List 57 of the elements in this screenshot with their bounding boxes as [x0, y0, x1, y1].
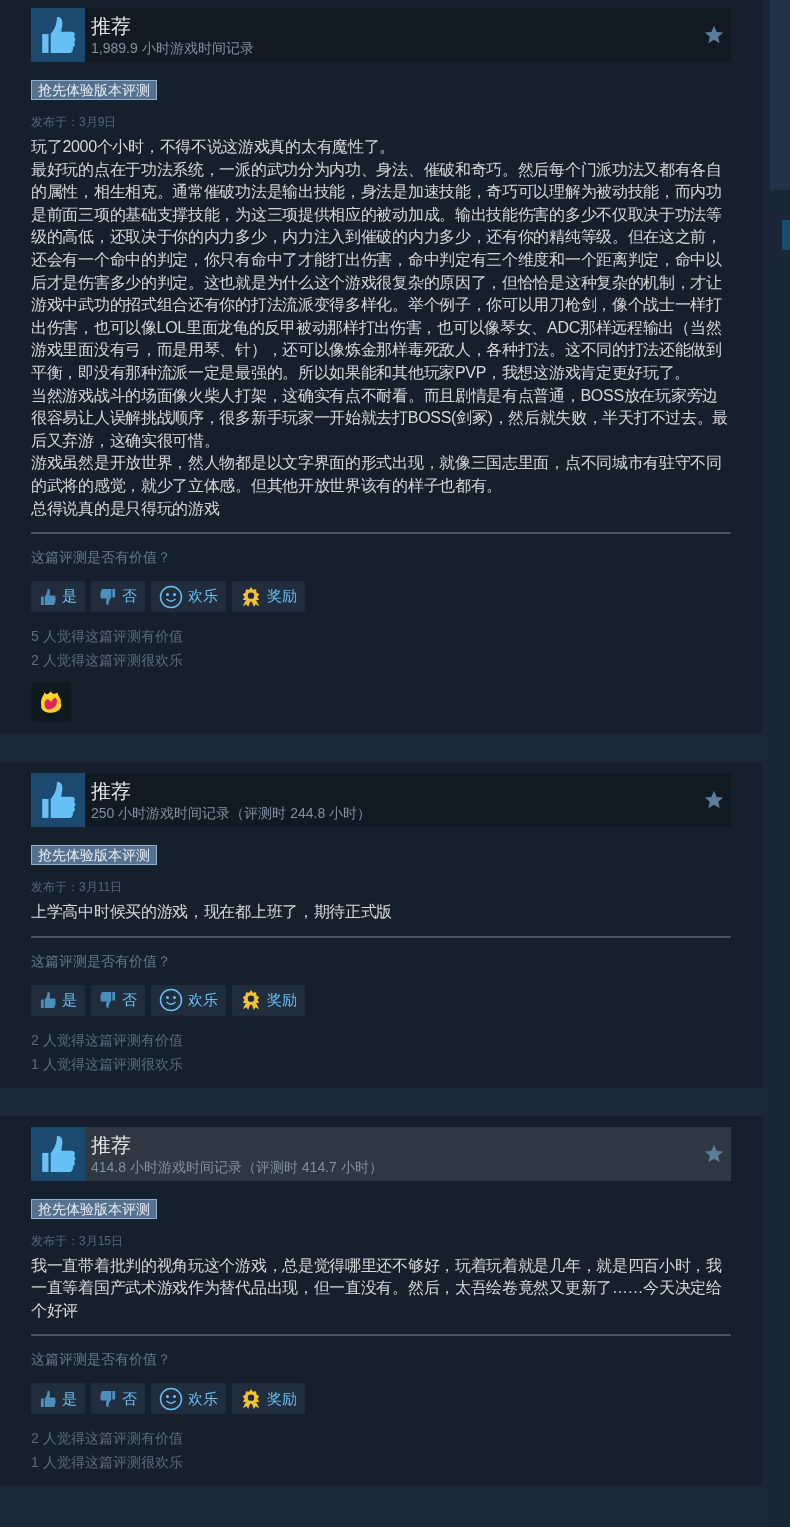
vote-count: 1 人觉得这篇评测很欢乐	[31, 1054, 184, 1074]
vote-button[interactable]: 否	[91, 1383, 145, 1415]
vote-button[interactable]: 欢乐	[151, 1383, 226, 1415]
vote-button[interactable]: 是	[31, 1383, 85, 1415]
post-date: 发布于：3月11日	[31, 879, 124, 896]
review-verdict: 推荐	[91, 14, 132, 39]
helpful-question: 这篇评测是否有价值？	[31, 548, 172, 568]
thumbs-down-icon	[99, 991, 117, 1010]
thumbs-up-icon	[39, 587, 57, 606]
review-tag: 抢先体验版本评测	[31, 845, 157, 866]
vote-button[interactable]: 否	[91, 581, 145, 613]
review-paragraph: 我一直带着批判的视角玩这个游戏，总是觉得哪里还不够好，玩着玩着就是几年，就是四百小时，我一直等着国产武术游戏作为替代品出现，但一直没有。然后，太吾绘卷竟然又更新了……今天决定给个好评	[31, 1255, 723, 1321]
thumbs-down-icon	[99, 587, 117, 606]
vote-button[interactable]: 否	[91, 984, 145, 1016]
post-date: 发布于：3月15日	[31, 1232, 125, 1249]
thumbs-up-icon	[31, 773, 85, 828]
thumbs-up-icon	[39, 1389, 57, 1408]
vote-count: 5 人觉得这篇评测有价值	[31, 627, 184, 647]
thumbs-up-icon	[39, 991, 57, 1010]
smiley-icon	[159, 988, 183, 1013]
medal-icon	[240, 1387, 262, 1410]
vote-button[interactable]: 欢乐	[151, 984, 226, 1016]
vote-button[interactable]: 奖励	[232, 984, 305, 1016]
medal-icon	[240, 585, 262, 608]
review-paragraph: 总得说真的是只得玩的游戏	[31, 498, 221, 519]
playtime: 250 小时游戏时间记录（评测时 244.8 小时）	[91, 804, 373, 823]
smiley-icon	[159, 1386, 183, 1411]
review-paragraph: 当然游戏战斗的场面像火柴人打架，这确实有点不耐看。而且剧情是有点普通，BOSS放在玩家旁边很容易让人误解挑战顺序，很多新手玩家一开始就去打BOSS(剑冢)，然后就失败，半天打不过去。最后又弃游，这确实很可惜。	[31, 385, 730, 451]
review-tag: 抢先体验版本评测	[31, 80, 157, 100]
helpful-question: 这篇评测是否有价值？	[31, 1350, 172, 1370]
vote-button[interactable]: 奖励	[232, 1383, 305, 1415]
thumbs-up-icon	[31, 1126, 85, 1181]
playtime: 414.8 小时游戏时间记录（评测时 414.7 小时）	[91, 1157, 384, 1176]
review-verdict: 推荐	[91, 1132, 132, 1158]
medal-icon	[240, 989, 262, 1012]
vote-button[interactable]: 是	[31, 581, 85, 613]
review-paragraph: 玩了2000个小时，不得不说这游戏真的太有魔性了。	[31, 137, 397, 157]
vote-button[interactable]: 奖励	[232, 581, 305, 613]
review-paragraph: 上学高中时候买的游戏，现在都上班了，期待正式版	[31, 902, 394, 923]
smiley-icon	[159, 584, 183, 609]
thumbs-up-icon	[31, 8, 85, 62]
vote-button[interactable]: 欢乐	[151, 581, 226, 613]
vote-count: 2 人觉得这篇评测有价值	[31, 1429, 184, 1449]
vote-count: 1 人觉得这篇评测很欢乐	[31, 1453, 184, 1473]
vote-count: 2 人觉得这篇评测有价值	[31, 1030, 184, 1050]
vote-count: 2 人觉得这篇评测很欢乐	[31, 651, 184, 671]
thumbs-down-icon	[99, 1389, 117, 1408]
star-icon[interactable]	[703, 24, 725, 46]
review-tag: 抢先体验版本评测	[31, 1198, 157, 1219]
review-verdict: 推荐	[91, 779, 132, 805]
playtime: 1,989.9 小时游戏时间记录	[91, 39, 255, 57]
vote-button[interactable]: 是	[31, 984, 85, 1016]
post-date: 发布于：3月9日	[31, 114, 118, 130]
helpful-question: 这篇评测是否有价值？	[31, 951, 172, 971]
review-paragraph: 游戏虽然是开放世界，然人物都是以文字界面的形式出现，就像三国志里面，点不同城市有驻守不同的武将的感觉，就少了立体感。但其他开放世界该有的样子也都有。	[31, 453, 723, 496]
review-paragraph: 最好玩的点在于功法系统，一派的武功分为内功、身法、催破和奇巧。然后每个门派功法又都有各自的属性，相生相克。通常催破功法是输出技能，身法是加速技能，奇巧可以理解为被动技能，而内功是前面三项的基础支撑技能，为这三项提供相应的被动加成。输出技能伤害的多少不仅取决于功法等级的高低，还取决于你的内力多少，内力注入到催破的内力多少，还有你的精纯等级。但在这之前，还会有一个命中的判定，你只有命中了才能打出伤害，命中判定有三个维度和一个距离判定，命中以后才是伤害多少的判定。这也就是为什么这个游戏很复杂的原因了，但恰恰是这种复杂的机制，才让游戏中武功的招式组合还有你的打法流派变得多样化。举个例子，你可以用刀枪剑，像个战士一样打出伤害，也可以像LOL里面龙龟的反甲被动那样打出伤害，也可以像琴女、ADC那样远程输出（当然游戏里面没有弓，而是用琴、针），还可以像炼金那样毒死敌人，各种打法。这不同的打法还能做到平衡，即没有那种流派一定是最强的。所以如果能和其他玩家PVP，我想这游戏肯定更好玩了。	[31, 159, 723, 383]
flame-heart-icon	[38, 689, 64, 716]
